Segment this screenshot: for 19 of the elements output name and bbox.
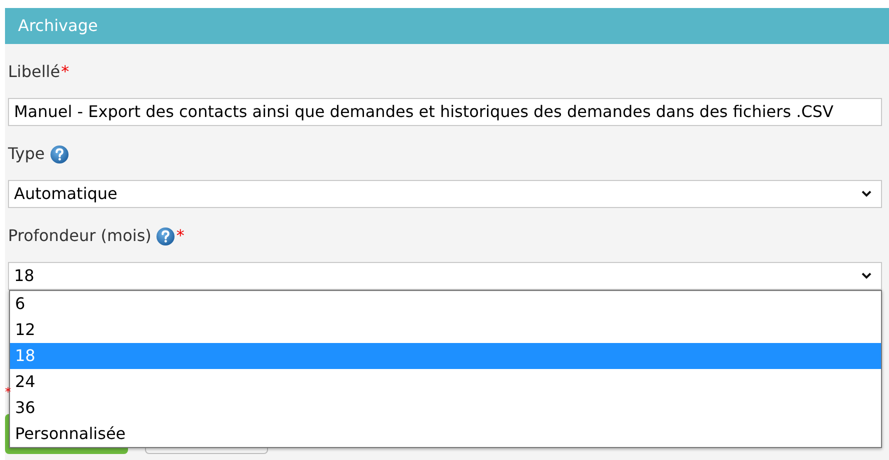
dropdown-option[interactable]: 12 — [10, 317, 881, 343]
select-field[interactable]: Automatique — [8, 180, 882, 208]
help-icon[interactable] — [50, 144, 69, 164]
required-mark: * — [176, 225, 184, 247]
select-field[interactable]: 18 — [8, 262, 882, 290]
field-label: Type — [8, 143, 45, 165]
help-icon[interactable] — [156, 226, 176, 246]
chevron-down-icon — [861, 272, 872, 280]
dropdown-option[interactable]: 36 — [10, 395, 881, 421]
dropdown-option[interactable]: 24 — [10, 369, 881, 395]
field-label: Libellé — [8, 61, 60, 83]
dropdown-option[interactable]: 6 — [10, 291, 881, 317]
required-mark: * — [61, 61, 70, 83]
dropdown-option[interactable]: Personnalisée — [10, 421, 881, 447]
field-label: Profondeur (mois) — [8, 225, 152, 247]
panel-header: Archivage — [5, 8, 889, 44]
text-field[interactable]: Manuel - Export des contacts ainsi que demandes et historiques des demandes dans des fichiers .CSV — [8, 98, 882, 126]
required-note-mark: * — [5, 384, 11, 400]
chevron-down-icon — [861, 190, 872, 198]
